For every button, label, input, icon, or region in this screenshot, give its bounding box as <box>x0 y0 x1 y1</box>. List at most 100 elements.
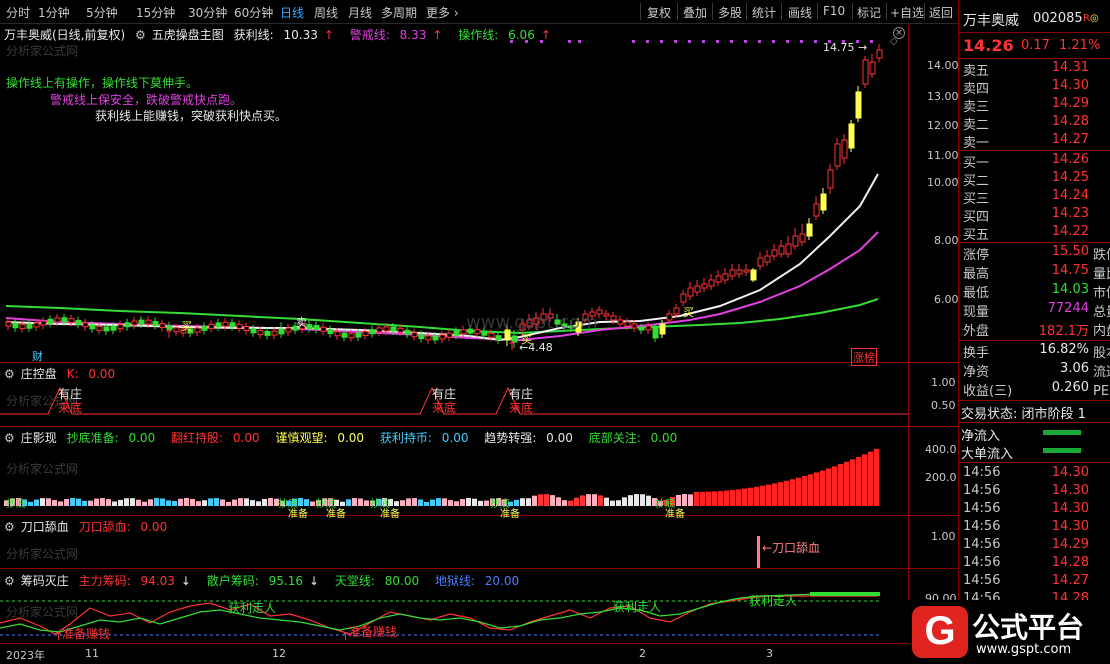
candle <box>404 329 411 335</box>
candle <box>638 327 645 331</box>
draw-line-button[interactable]: 画线 <box>788 4 812 21</box>
zhuangying-bar <box>610 500 615 506</box>
period-tab-weekly[interactable]: 周线 <box>314 4 338 21</box>
zhuangying-bar <box>190 498 195 506</box>
candle <box>5 321 12 327</box>
y-tick: 10.00 <box>927 176 959 189</box>
period-tab-monthly[interactable]: 月线 <box>348 4 372 21</box>
zhuangying-bar <box>808 474 813 506</box>
zhuangying-bar <box>94 498 99 506</box>
period-tab-1min[interactable]: 1分钟 <box>38 4 70 21</box>
add-watchlist-button[interactable]: +自选 <box>890 4 924 21</box>
candle <box>757 257 764 267</box>
zhuangying-bar <box>70 498 75 506</box>
y-tick: 13.00 <box>927 90 959 103</box>
zhuangying-bar <box>184 498 189 506</box>
signal-dot <box>674 40 677 43</box>
bid-row: 买一 14.26 <box>963 152 1110 171</box>
buy-signal: 买 <box>521 333 532 346</box>
zhuangying-bar <box>220 499 225 506</box>
signal-dot <box>800 40 803 43</box>
candle <box>54 317 61 323</box>
back-button[interactable]: 返回 <box>929 4 953 21</box>
period-tab-30min[interactable]: 30分钟 <box>188 4 227 21</box>
overlay-button[interactable]: 叠加 <box>683 4 707 21</box>
candle <box>792 235 799 247</box>
zhuangying-bar <box>460 499 465 506</box>
zhuangying-bar <box>268 498 273 506</box>
stat-row-value: 77244 <box>1047 301 1089 316</box>
period-tab-5min[interactable]: 5分钟 <box>86 4 118 21</box>
tick-row-label: 14:56 <box>963 519 1001 534</box>
candle <box>369 329 376 335</box>
big-inflow-bar <box>1043 448 1081 453</box>
candle <box>201 325 208 331</box>
zhuangying-bar <box>622 497 627 506</box>
candle <box>131 320 138 326</box>
candle <box>411 332 418 338</box>
zhuangying-bar <box>106 499 111 506</box>
zhuangying-bar <box>160 498 165 506</box>
candle <box>89 324 96 330</box>
zhuangying-bar <box>484 500 489 506</box>
candle <box>785 243 792 255</box>
candle <box>694 285 701 293</box>
zhuangying-bar <box>802 476 807 506</box>
candle <box>778 245 785 255</box>
stat-row-value: 14.03 <box>1051 282 1089 297</box>
statistics-button[interactable]: 统计 <box>752 4 776 21</box>
bid-row-value: 14.23 <box>1051 206 1089 221</box>
tick-row-label: 14:56 <box>963 573 1001 588</box>
period-tab-fenshi[interactable]: 分时 <box>6 4 30 21</box>
tick-row: 14:56 14.27 <box>963 573 1110 590</box>
period-tab-15min[interactable]: 15分钟 <box>136 4 175 21</box>
zhuangying-bar <box>700 491 705 506</box>
daokou-title[interactable]: 刀口舔血 <box>21 520 69 534</box>
period-tab-multi[interactable]: 多周期 <box>381 4 417 21</box>
f10-button[interactable]: F10 <box>823 4 845 18</box>
up-arrow-icon: ↑ <box>341 630 351 643</box>
tick-row-label: 14:56 <box>963 501 1001 516</box>
candle <box>390 326 397 332</box>
candle <box>208 323 215 329</box>
stat-row-label: 最高 <box>963 267 990 282</box>
candle <box>596 309 603 315</box>
zhuangying-bar <box>454 501 459 506</box>
signal-dot <box>870 40 873 43</box>
indicator-gear-icon[interactable]: ⚙ <box>4 520 15 534</box>
zhuangying-bar <box>832 466 837 506</box>
bid-row: 买三 14.24 <box>963 188 1110 207</box>
stat-row-label: 外盘 <box>963 324 990 339</box>
multi-stock-button[interactable]: 多股 <box>718 4 742 21</box>
tick-row-value: 14.30 <box>1051 519 1089 534</box>
zhuangying-bar <box>520 498 525 506</box>
period-tab-more[interactable]: 更多 › <box>426 4 459 21</box>
candle <box>652 327 659 339</box>
candle <box>439 334 446 340</box>
stat-row-extra: 市值 <box>1093 286 1110 301</box>
candle <box>834 143 841 167</box>
zhuangying-bar <box>598 495 603 506</box>
bid-row-value: 14.24 <box>1051 188 1089 203</box>
candle <box>736 269 743 275</box>
candle <box>495 335 502 341</box>
daokou-signal-label: ←刀口舔血 <box>762 541 821 555</box>
period-tab-daily[interactable]: 日线 <box>280 4 304 21</box>
candle <box>666 313 673 321</box>
candle <box>229 322 236 328</box>
candle <box>327 329 334 335</box>
daokou-legend: ⚙ 刀口舔血 刀口舔血: 0.00 <box>4 520 168 534</box>
stat-row-label: 现量 <box>963 305 990 320</box>
zhuangying-bar <box>172 500 177 506</box>
candle <box>806 223 813 237</box>
x-tick: 11 <box>85 647 99 660</box>
zhuangying-bar <box>418 499 423 506</box>
profit-exit-tag: 获利走人 <box>228 601 277 615</box>
fuquan-button[interactable]: 复权 <box>647 4 671 21</box>
zhuangying-bar <box>592 494 597 506</box>
period-tab-60min[interactable]: 60分钟 <box>234 4 273 21</box>
candle <box>673 307 680 315</box>
mark-button[interactable]: 标记 <box>857 4 881 21</box>
zhunbei-tag: 准备 <box>288 509 308 520</box>
zhuangying-bar <box>196 501 201 506</box>
